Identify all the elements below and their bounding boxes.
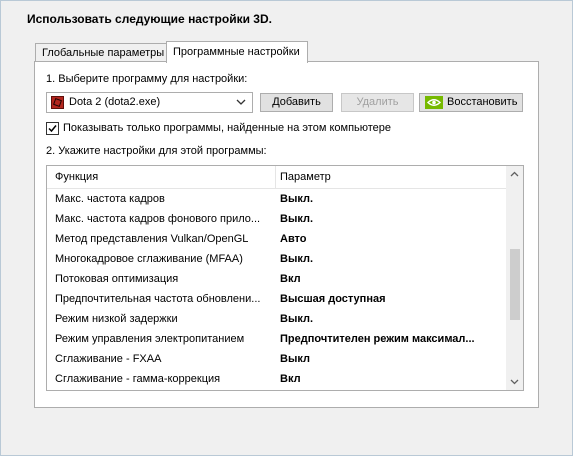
program-settings-label: 2. Укажите настройки для этой программы: [46, 145, 267, 157]
feature-name: Режим низкой задержки [55, 313, 178, 325]
setting-value[interactable]: Вкл [280, 269, 505, 289]
setting-value[interactable]: Выкл. [280, 309, 505, 329]
setting-value[interactable]: Вкл [280, 369, 505, 389]
table-row[interactable]: Сглаживание - FXAA Выкл [47, 349, 508, 369]
add-program-button[interactable]: Добавить [260, 93, 333, 112]
setting-value[interactable]: Выкл. [280, 209, 505, 229]
setting-value[interactable]: Авто [280, 229, 505, 249]
program-select-value: Dota 2 (dota2.exe) [69, 96, 161, 108]
vertical-scrollbar[interactable] [506, 166, 523, 390]
feature-name: Макс. частота кадров [55, 193, 165, 205]
feature-name: Сглаживание - гамма-коррекция [55, 373, 221, 385]
restore-button[interactable]: Восстановить [419, 93, 523, 112]
feature-name: Потоковая оптимизация [55, 273, 179, 285]
feature-name: Предпочтительная частота обновлени... [55, 293, 261, 305]
tab-global-settings[interactable]: Глобальные параметры [35, 43, 170, 62]
table-row[interactable]: Многокадровое сглаживание (MFAA) Выкл. [47, 249, 508, 269]
remove-program-button[interactable]: Удалить [341, 93, 414, 112]
dota2-app-icon [51, 96, 64, 109]
table-header: Функция Параметр [47, 166, 508, 189]
table-row[interactable]: Потоковая оптимизация Вкл [47, 269, 508, 289]
setting-value[interactable]: Выкл. [280, 189, 505, 209]
table-row[interactable]: Предпочтительная частота обновлени... Выс… [47, 289, 508, 309]
table-row[interactable]: Сглаживание - гамма-коррекция Вкл [47, 369, 508, 389]
scroll-down-icon[interactable] [506, 373, 523, 390]
column-divider[interactable] [275, 166, 276, 188]
setting-value[interactable]: Предпочтителен режим максимал... [280, 329, 505, 349]
setting-value[interactable]: Высшая доступная [280, 289, 505, 309]
chevron-down-icon [236, 99, 246, 105]
column-header-setting[interactable]: Параметр [280, 166, 331, 188]
nvidia-logo-icon [425, 96, 443, 109]
scroll-up-icon[interactable] [506, 166, 523, 183]
table-row[interactable]: Макс. частота кадров фонового прило... Вы… [47, 209, 508, 229]
settings-table: Функция Параметр Макс. частота кадров Вык… [46, 165, 524, 391]
feature-name: Сглаживание - FXAA [55, 353, 162, 365]
show-installed-only-label: Показывать только программы, найденные н… [63, 122, 392, 134]
page-title: Использовать следующие настройки 3D. [27, 12, 272, 26]
table-row[interactable]: Макс. частота кадров Выкл. [47, 189, 508, 209]
feature-name: Метод представления Vulkan/OpenGL [55, 233, 249, 245]
setting-value[interactable]: Выкл. [280, 249, 505, 269]
table-row[interactable]: Режим управления электропитанием Предпочт… [47, 329, 508, 349]
program-settings-panel: 1. Выберите программу для настройки: Dot… [34, 61, 539, 408]
program-select[interactable]: Dota 2 (dota2.exe) [46, 92, 253, 113]
show-installed-only-checkbox[interactable] [46, 122, 59, 135]
table-row[interactable]: Метод представления Vulkan/OpenGL Авто [47, 229, 508, 249]
feature-name: Режим управления электропитанием [55, 333, 245, 345]
tab-program-settings[interactable]: Программные настройки [166, 41, 308, 63]
scrollbar-thumb[interactable] [510, 249, 520, 320]
table-row[interactable]: Режим низкой задержки Выкл. [47, 309, 508, 329]
select-program-label: 1. Выберите программу для настройки: [46, 73, 248, 85]
checkmark-icon [48, 125, 57, 133]
feature-name: Макс. частота кадров фонового прило... [55, 213, 261, 225]
feature-name: Многокадровое сглаживание (MFAA) [55, 253, 243, 265]
setting-value[interactable]: Выкл [280, 349, 505, 369]
restore-button-label: Восстановить [447, 96, 518, 108]
nvidia-3d-settings-window: Использовать следующие настройки 3D. Гло… [0, 0, 573, 456]
table-rows: Макс. частота кадров Выкл. Макс. частота … [47, 189, 508, 389]
column-header-feature[interactable]: Функция [55, 166, 98, 188]
